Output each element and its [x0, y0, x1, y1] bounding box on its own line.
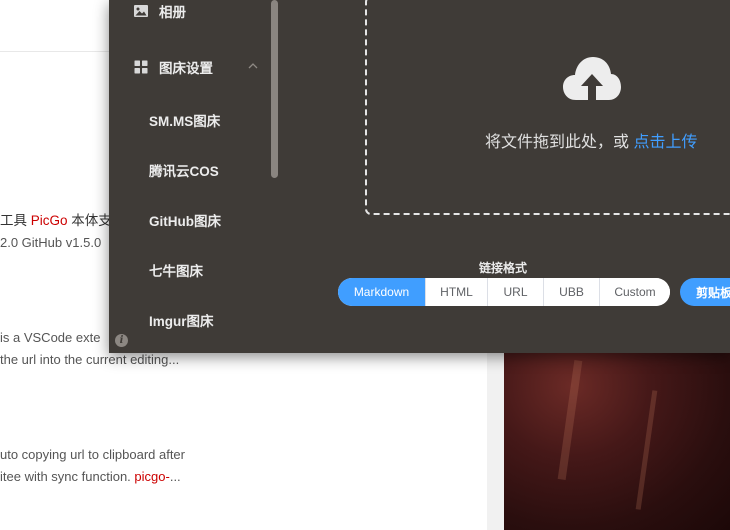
sidebar-item-qiniu[interactable]: 七牛图床	[149, 250, 203, 290]
sidebar-item-imgur[interactable]: Imgur图床	[149, 300, 214, 340]
sidebar-item-picbed-settings[interactable]: 图床设置	[109, 47, 269, 87]
link-format-selector: Markdown HTML URL UBB Custom	[338, 278, 670, 306]
background-text-line: 2.0 GitHub v1.5.0	[0, 235, 102, 250]
format-option-markdown[interactable]: Markdown	[338, 278, 425, 306]
sidebar-item-label: 图床设置	[159, 61, 213, 76]
format-option-ubb[interactable]: UBB	[543, 278, 599, 306]
background-text-line: the url into the current editing...	[0, 352, 180, 367]
grid-icon	[134, 60, 148, 74]
format-option-url[interactable]: URL	[487, 278, 543, 306]
background-text-line: 工具 PicGo 本体支	[0, 213, 112, 228]
sidebar-item-tencent-cos[interactable]: 腾讯云COS	[149, 150, 219, 190]
picgo-window: 相册 图床设置 SM.MS图床 腾讯云COS GitHub图床 七牛图床 Img…	[109, 0, 730, 353]
info-icon[interactable]: i	[115, 334, 128, 347]
sidebar-item-label: 七牛图床	[149, 264, 203, 279]
click-upload-link[interactable]: 点击上传	[633, 134, 697, 151]
format-option-custom[interactable]: Custom	[599, 278, 670, 306]
sidebar-item-github[interactable]: GitHub图床	[149, 200, 221, 240]
upload-hint: 将文件拖到此处，或 点击上传	[485, 128, 697, 152]
format-option-html[interactable]: HTML	[425, 278, 487, 306]
background-text-line: itee with sync function. picgo-...	[0, 469, 181, 484]
link-format-title: 链接格式	[479, 261, 528, 275]
clipboard-upload-button[interactable]: 剪贴板上传	[680, 278, 730, 306]
cloud-upload-icon	[563, 57, 621, 100]
sidebar-item-label: GitHub图床	[149, 214, 221, 229]
chevron-up-icon[interactable]	[246, 59, 260, 73]
sidebar: 相册 图床设置 SM.MS图床 腾讯云COS GitHub图床 七牛图床 Img…	[109, 0, 279, 353]
upload-hint-text: 将文件拖到此处，或	[485, 134, 634, 151]
background-text-line: is a VSCode exte	[0, 330, 101, 345]
image-icon	[134, 5, 148, 17]
sidebar-item-label: 相册	[159, 5, 186, 20]
sidebar-item-album[interactable]: 相册	[109, 0, 269, 31]
sidebar-item-smms[interactable]: SM.MS图床	[149, 100, 220, 140]
sidebar-item-label: 腾讯云COS	[149, 164, 219, 179]
sidebar-item-label: SM.MS图床	[149, 114, 221, 129]
background-text-line: uto copying url to clipboard after	[0, 447, 185, 462]
upload-drop-zone[interactable]	[365, 0, 730, 215]
sidebar-item-label: Imgur图床	[149, 314, 214, 329]
background-image	[504, 350, 730, 530]
sidebar-scrollbar[interactable]	[271, 0, 278, 178]
